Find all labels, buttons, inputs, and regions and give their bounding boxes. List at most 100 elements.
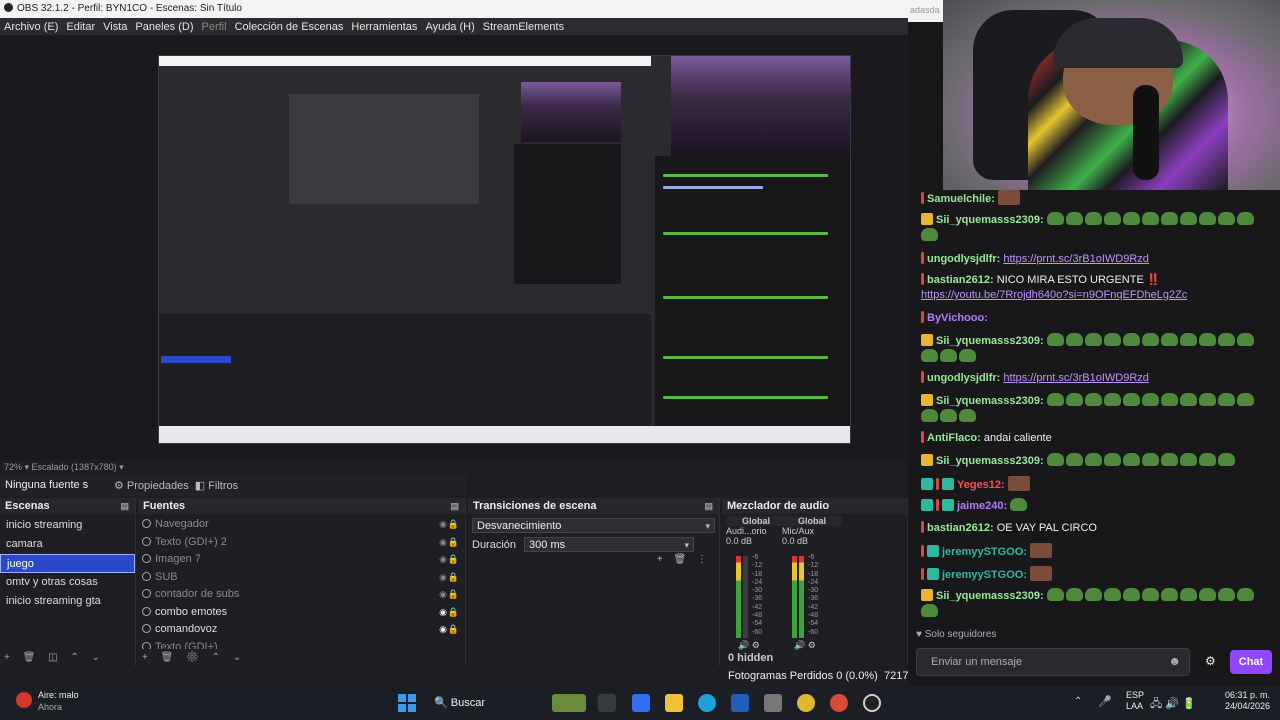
- frog-emote-icon[interactable]: [1010, 498, 1028, 511]
- frog-emote-icon[interactable]: [1103, 212, 1121, 225]
- mod-badge-icon[interactable]: [921, 192, 924, 204]
- frog-emote-icon[interactable]: [1122, 333, 1140, 346]
- taskbar-search[interactable]: 🔍 Buscar: [434, 696, 485, 709]
- frog-emote-icon[interactable]: [1217, 393, 1235, 406]
- lock-icon[interactable]: 🔒: [448, 534, 459, 552]
- frog-emote-icon[interactable]: [1065, 453, 1083, 466]
- frog-emote-icon[interactable]: [1122, 453, 1140, 466]
- frog-emote-icon[interactable]: [1122, 212, 1140, 225]
- frog-emote-icon[interactable]: [1179, 212, 1197, 225]
- visibility-icon[interactable]: ◉: [439, 604, 447, 622]
- frog-emote-icon[interactable]: [1160, 588, 1178, 601]
- chrome-profile-icon[interactable]: [830, 694, 848, 712]
- menu-perfil[interactable]: Perfil: [202, 21, 227, 33]
- chat-message-input[interactable]: Enviar un mensaje ☻: [916, 648, 1190, 676]
- mod-badge-icon[interactable]: [921, 273, 924, 285]
- frog-emote-icon[interactable]: [1217, 333, 1235, 346]
- microphone-tray-icon[interactable]: 🎤: [1098, 695, 1112, 708]
- frog-emote-icon[interactable]: [1084, 588, 1102, 601]
- frog-emote-icon[interactable]: [1198, 393, 1216, 406]
- visibility-icon[interactable]: ◉: [439, 534, 447, 552]
- frog-emote-icon[interactable]: [1046, 333, 1064, 346]
- chat-username[interactable]: bastian2612:: [927, 522, 994, 534]
- chat-username[interactable]: ungodlysjdlfr:: [927, 253, 1000, 265]
- visibility-icon[interactable]: ◉: [439, 516, 447, 534]
- frog-emote-icon[interactable]: [1065, 588, 1083, 601]
- edge-browser-icon[interactable]: [698, 694, 716, 712]
- frog-emote-icon[interactable]: [1084, 212, 1102, 225]
- network-volume-icons[interactable]: 🖧🔊🔋: [1150, 695, 1199, 714]
- vip-badge-icon[interactable]: [921, 478, 933, 490]
- transition-buttons[interactable]: + 🗑 ⋮: [657, 554, 711, 565]
- frog-emote-icon[interactable]: [1141, 333, 1159, 346]
- transition-select[interactable]: Desvanecimiento: [472, 518, 715, 534]
- source-item[interactable]: SUB ◉ 🔒: [138, 569, 465, 587]
- crown-badge-icon[interactable]: [921, 454, 933, 466]
- lock-icon[interactable]: 🔒: [448, 516, 459, 534]
- frog-emote-icon[interactable]: [1141, 588, 1159, 601]
- scene-item-inicio-streaming-gta[interactable]: inicio streaming gta: [0, 592, 135, 611]
- frog-emote-icon[interactable]: [940, 409, 957, 422]
- mod-badge-icon[interactable]: [921, 311, 924, 323]
- channel-tab[interactable]: Global: [726, 516, 786, 526]
- frog-emote-icon[interactable]: [1084, 393, 1102, 406]
- preview-canvas[interactable]: [158, 55, 851, 444]
- source-item[interactable]: Texto (GDI+): [138, 639, 465, 649]
- frog-emote-icon[interactable]: [921, 349, 938, 362]
- chat-username[interactable]: Sii_yquemasss2309:: [936, 590, 1044, 602]
- frog-emote-icon[interactable]: [1084, 453, 1102, 466]
- crown-badge-icon[interactable]: [921, 334, 933, 346]
- properties-button[interactable]: ⚙ Propiedades: [114, 479, 189, 492]
- crown-badge-icon[interactable]: [921, 394, 933, 406]
- frog-emote-icon[interactable]: [921, 228, 938, 241]
- frog-emote-icon[interactable]: [1160, 393, 1178, 406]
- obs-taskbar-icon[interactable]: [863, 694, 881, 712]
- dock-menu-icon[interactable]: ▤: [704, 498, 713, 514]
- source-item[interactable]: comandovoz ◉ 🔒: [138, 621, 465, 639]
- frog-emote-icon[interactable]: [921, 604, 938, 617]
- mute-icon[interactable]: 🔊 ⚙: [794, 640, 816, 651]
- source-item[interactable]: Texto (GDI+) 2 ◉ 🔒: [138, 534, 465, 552]
- mod-badge-icon[interactable]: [921, 568, 924, 580]
- chat-username[interactable]: Sii_yquemasss2309:: [936, 395, 1044, 407]
- channel-name[interactable]: Audi...orio: [726, 526, 786, 536]
- task-view-icon[interactable]: [598, 694, 616, 712]
- copilot-icon[interactable]: [632, 694, 650, 712]
- frog-emote-icon[interactable]: [1046, 588, 1064, 601]
- vip-badge-icon[interactable]: [942, 499, 954, 511]
- frog-emote-icon[interactable]: [1179, 393, 1197, 406]
- chat-username[interactable]: Yeges12:: [957, 479, 1005, 491]
- frog-emote-icon[interactable]: [1122, 393, 1140, 406]
- frog-emote-icon[interactable]: [1179, 588, 1197, 601]
- frog-emote-icon[interactable]: [1065, 212, 1083, 225]
- chat-link[interactable]: https://youtu.be/7Rrojdh640o?si=n9OFnqEF…: [921, 289, 1187, 301]
- vip-badge-icon[interactable]: [942, 478, 954, 490]
- source-item[interactable]: Imagen 7 ◉ 🔒: [138, 551, 465, 569]
- frog-emote-icon[interactable]: [1046, 393, 1064, 406]
- frog-emote-icon[interactable]: [959, 349, 976, 362]
- frog-emote-icon[interactable]: [1179, 453, 1197, 466]
- app-icon[interactable]: [764, 694, 782, 712]
- chat-username[interactable]: bastian2612:: [927, 274, 994, 286]
- frog-emote-icon[interactable]: [1198, 588, 1216, 601]
- store-icon[interactable]: [731, 694, 749, 712]
- face-emote-icon[interactable]: [1007, 476, 1030, 491]
- frog-emote-icon[interactable]: [1179, 333, 1197, 346]
- scene-item-camara[interactable]: camara: [0, 535, 135, 554]
- channel-tab[interactable]: Global: [782, 516, 842, 526]
- lock-icon[interactable]: 🔒: [448, 604, 459, 622]
- menu-streamelements[interactable]: StreamElements: [483, 21, 564, 33]
- chrome-icon[interactable]: [797, 694, 815, 712]
- sources-footer-buttons[interactable]: + 🗑 ⚙ ⌃ ⌄: [142, 652, 246, 663]
- frog-emote-icon[interactable]: [1160, 333, 1178, 346]
- mute-icon[interactable]: 🔊 ⚙: [738, 640, 760, 651]
- face-emote-icon[interactable]: [1030, 543, 1053, 558]
- clock[interactable]: 06:31 p. m. 24/04/2026: [1218, 690, 1270, 712]
- scene-item-omtv[interactable]: omtv y otras cosas: [0, 573, 135, 592]
- crown-badge-icon[interactable]: [921, 589, 933, 601]
- frog-emote-icon[interactable]: [1084, 333, 1102, 346]
- frog-emote-icon[interactable]: [1141, 393, 1159, 406]
- frog-emote-icon[interactable]: [1236, 333, 1254, 346]
- mod-badge-icon[interactable]: [936, 478, 939, 490]
- preview-scale-status[interactable]: 72% ▾ Escalado (1387x780) ▾: [4, 462, 124, 473]
